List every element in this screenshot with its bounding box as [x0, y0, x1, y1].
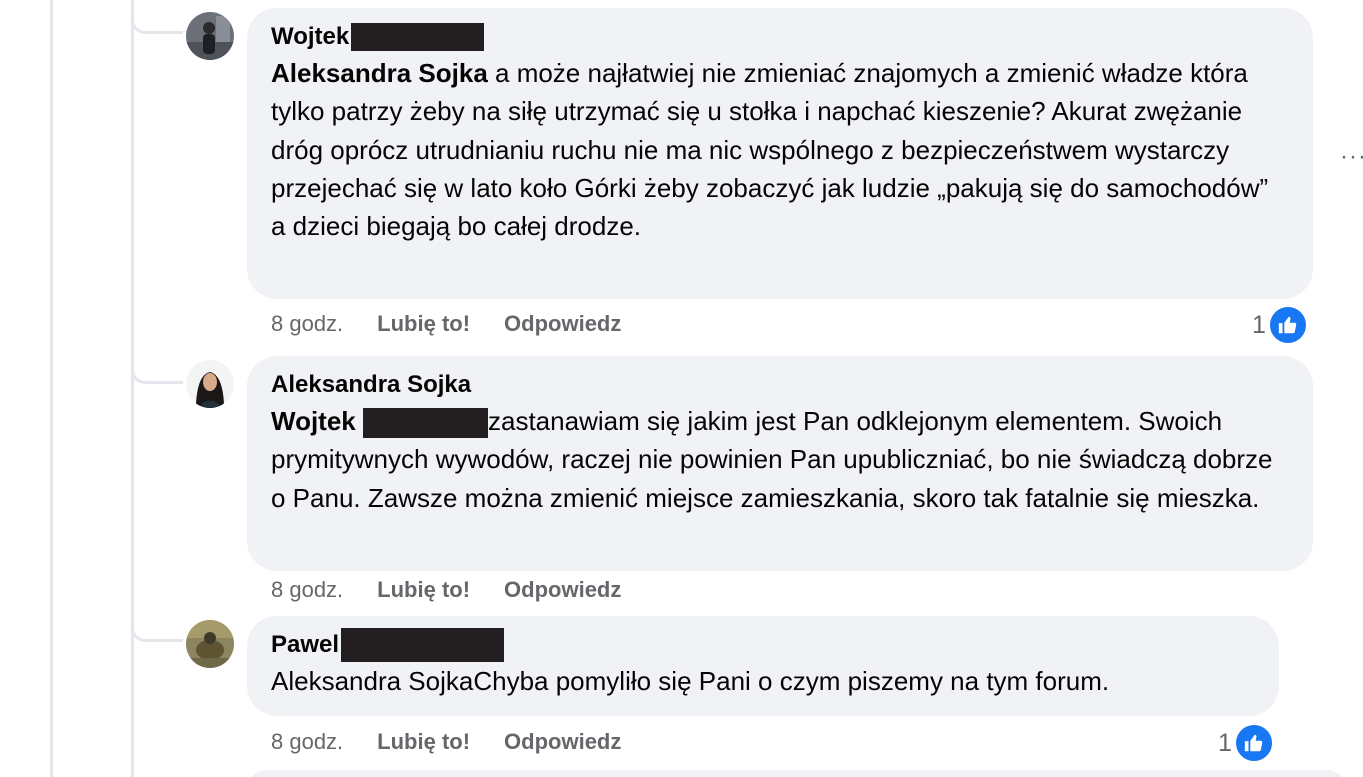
comment-actions: 8 godz. Lubię to! Odpowiedz	[271, 311, 621, 337]
comment-author[interactable]: Pawel	[271, 631, 339, 659]
reply-button[interactable]: Odpowiedz	[504, 311, 621, 337]
thread-line-inner	[131, 0, 134, 777]
thread-line-outer	[50, 0, 53, 777]
more-options-icon[interactable]: ···	[1340, 143, 1363, 171]
reply-connector	[131, 12, 183, 34]
avatar[interactable]	[186, 12, 234, 60]
avatar[interactable]	[186, 620, 234, 668]
thumbs-up-icon	[1233, 723, 1274, 763]
comment-actions: 8 godz. Lubię to! Odpowiedz	[271, 577, 621, 603]
mention-link[interactable]: Wojtek	[271, 406, 356, 436]
comment-bubble: Pawel Aleksandra SojkaChyba pomyliło się…	[247, 616, 1279, 716]
reaction-count: 1	[1218, 728, 1232, 757]
comment-text: Aleksandra SojkaChyba pomyliło się Pani …	[271, 666, 1110, 696]
reply-connector	[131, 620, 183, 642]
redaction-bar	[351, 23, 485, 51]
like-button[interactable]: Lubię to!	[377, 311, 470, 337]
timestamp-link[interactable]: 8 godz.	[271, 729, 343, 755]
reaction-count: 1	[1252, 310, 1266, 339]
reply-button[interactable]: Odpowiedz	[504, 577, 621, 603]
reply-button[interactable]: Odpowiedz	[504, 729, 621, 755]
next-comment-bubble-edge	[247, 770, 1347, 777]
reaction-summary[interactable]: 1	[1252, 305, 1308, 345]
comment-author[interactable]: Wojtek	[271, 23, 349, 51]
thumbs-up-icon	[1267, 305, 1308, 345]
like-button[interactable]: Lubię to!	[377, 577, 470, 603]
avatar[interactable]	[186, 360, 234, 408]
redaction-bar	[363, 408, 488, 439]
comment-text: Aleksandra Sojka a może najłatwiej nie z…	[271, 54, 1289, 245]
reaction-summary[interactable]: 1	[1218, 723, 1274, 763]
comment-text: Wojtek zastanawiam się jakim jest Pan od…	[271, 402, 1289, 517]
comment-bubble: Aleksandra Sojka Wojtek zastanawiam się …	[247, 356, 1313, 571]
mention-link[interactable]: Aleksandra Sojka	[271, 58, 488, 88]
timestamp-link[interactable]: 8 godz.	[271, 577, 343, 603]
comment-thread: Wojtek Aleksandra Sojka a może najłatwie…	[0, 0, 1363, 777]
comment-author[interactable]: Aleksandra Sojka	[271, 371, 471, 399]
redaction-bar	[341, 628, 505, 662]
timestamp-link[interactable]: 8 godz.	[271, 311, 343, 337]
reply-connector	[131, 362, 183, 384]
comment-actions: 8 godz. Lubię to! Odpowiedz	[271, 729, 621, 755]
like-button[interactable]: Lubię to!	[377, 729, 470, 755]
comment-bubble: Wojtek Aleksandra Sojka a może najłatwie…	[247, 8, 1313, 299]
